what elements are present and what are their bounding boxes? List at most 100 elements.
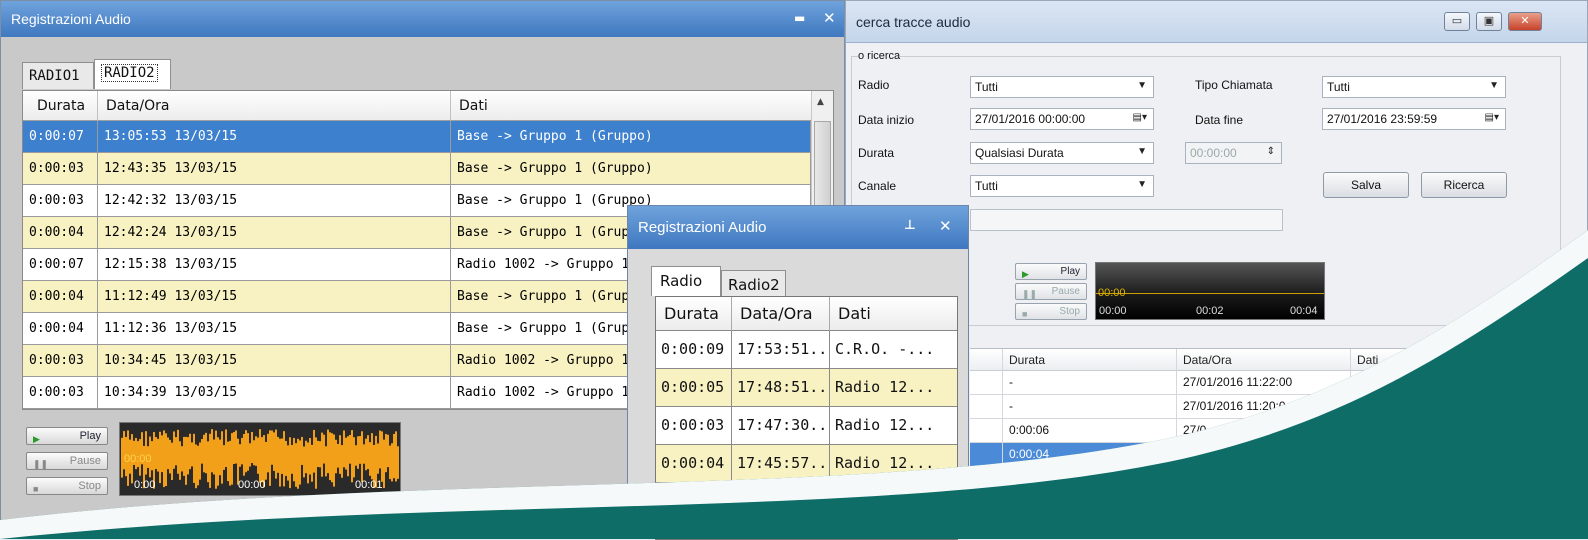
cell-dati: C.R.O. -...: [830, 483, 957, 520]
scroll-up-icon[interactable]: ▲: [817, 97, 824, 107]
col-dati[interactable]: Dati: [1351, 349, 1588, 371]
col-dati[interactable]: Dati: [830, 297, 957, 331]
wave-tick: 00:00: [1099, 305, 1127, 317]
cell-dataora: 17:34:01...: [732, 483, 830, 520]
play-label: Play: [1060, 266, 1080, 277]
data-fine-picker[interactable]: 27/01/2016 23:59:59 ▤▾: [1322, 108, 1506, 130]
pause-icon: ❚❚: [33, 459, 49, 469]
salva-button[interactable]: Salva: [1323, 172, 1409, 198]
calendar-icon: ▤▾: [1484, 112, 1499, 123]
table-row[interactable]: 0:00:03 12:43:35 13/03/15 Base -> Gruppo 1…: [23, 153, 811, 185]
cell-durata: 0:00:04: [23, 313, 98, 344]
cell-dati: C.R.O. -...: [830, 331, 957, 368]
tipo-chiamata-label: Tipo Chiamata: [1195, 78, 1273, 92]
table-row[interactable]: 0:00:03 17:47:30... Radio 12...: [656, 407, 957, 445]
table-row[interactable]: 0:00:04 17:45:57... Radio 12...: [656, 445, 957, 483]
tab-radio2-label: RADIO2: [101, 64, 158, 82]
tipo-chiamata-combo[interactable]: Tutti ▼: [1322, 76, 1506, 98]
col-durata[interactable]: Durata: [1003, 349, 1177, 371]
stop-button-3: ■ Stop: [1015, 303, 1087, 320]
wave-current-time: 00:00: [1098, 287, 1126, 299]
radio-combo[interactable]: Tutti ▼: [970, 76, 1154, 98]
minimize-icon[interactable]: ▭: [1444, 12, 1470, 31]
cell-durata: 0:00:07: [23, 249, 98, 280]
tab-radio2[interactable]: RADIO2: [94, 59, 171, 89]
pin-icon[interactable]: ⊥: [904, 218, 916, 233]
pause-label: Pause: [1051, 286, 1080, 297]
cell-durata: 0:00:09: [656, 331, 732, 368]
col-dataora[interactable]: Data/Ora: [1177, 349, 1351, 371]
col-durata[interactable]: Durata: [23, 91, 98, 121]
cell-durata[interactable]: -: [1003, 395, 1177, 419]
cell-dati: Radio 12...: [830, 369, 957, 406]
ricerca-title: cerca tracce audio: [856, 14, 971, 30]
cell-dataora[interactable]: 27/0: [1177, 419, 1351, 443]
cell-durata: 0:00:03: [23, 377, 98, 408]
pause-button-3: ❚❚ Pause: [1015, 283, 1087, 300]
radio-combo-value: Tutti: [975, 80, 998, 94]
chevron-down-icon: ▼: [1137, 146, 1147, 157]
stop-label: Stop: [1059, 306, 1080, 317]
maximize-icon[interactable]: ▣: [1476, 12, 1502, 31]
cell-durata: 0:00:04: [23, 217, 98, 248]
data-inizio-label: Data inizio: [858, 113, 915, 127]
waveform-display-3[interactable]: 00:00 00:00 00:02 00:04: [1095, 262, 1325, 320]
results-grid: Durata Data/Ora Dati - 27/01/2016 11:22:…: [970, 348, 1588, 478]
col-dati[interactable]: Dati: [451, 91, 813, 121]
maximize-icon[interactable]: ▬: [794, 11, 805, 25]
data-inizio-picker[interactable]: 27/01/2016 00:00:00 ▤▾: [970, 108, 1154, 130]
cell-dati: Base -> Gruppo 1 (Gruppo): [451, 153, 811, 184]
cell-dataora: 13:05:53 13/03/15: [98, 121, 451, 152]
col-dataora[interactable]: Data/Ora: [98, 91, 451, 121]
durata-spinner: 00:00:00 ⇕: [1185, 142, 1282, 164]
table-row[interactable]: 0:00:07 13:05:53 13/03/15 Base -> Gruppo 1…: [23, 121, 811, 153]
durata-label: Durata: [858, 146, 895, 160]
cell-dati: [830, 521, 957, 539]
cell-durata: 0:00:03: [23, 185, 98, 216]
wave-tick: 0:00: [134, 479, 156, 491]
cell-durata: 0:00:06: [656, 483, 732, 520]
col-dataora[interactable]: Data/Ora: [732, 297, 830, 331]
cell-dataora[interactable]: 27/01/2016 11:20:0: [1177, 395, 1351, 419]
registrazioni-titlebar-2: Registrazioni Audio ⊥ ✕: [628, 206, 968, 249]
table-row[interactable]: 0:00:09 17:53:51... C.R.O. -...: [656, 331, 957, 369]
play-icon: ▶: [33, 434, 40, 444]
canale-combo[interactable]: Tutti ▼: [970, 175, 1154, 197]
close-icon[interactable]: ✕: [1508, 12, 1542, 31]
close-icon[interactable]: ✕: [939, 217, 952, 235]
cell-durata[interactable]: 0:00:04: [1003, 443, 1177, 467]
play-button-3[interactable]: ▶ Play: [1015, 263, 1087, 280]
cell-durata[interactable]: 0:00:06: [1003, 419, 1177, 443]
tab-radio[interactable]: Radio: [651, 266, 721, 296]
cell-dati: Radio 12...: [830, 445, 957, 482]
table-row[interactable]: 0:00:05 17:48:51... Radio 12...: [656, 369, 957, 407]
close-icon[interactable]: ✕: [823, 9, 836, 27]
cell-dataora[interactable]: 27/01/2016 11:22:00: [1177, 371, 1351, 395]
table-row[interactable]: 0:00:16 16:4: [656, 521, 957, 539]
tab-radio2[interactable]: Radio2: [721, 270, 786, 297]
play-button[interactable]: ▶ Play: [26, 427, 108, 445]
cell-dataora: 17:45:57...: [732, 445, 830, 482]
calendar-icon: ▤▾: [1132, 112, 1147, 123]
chevron-down-icon: ▼: [1137, 80, 1147, 91]
table-row[interactable]: 0:00:06 17:34:01... C.R.O. -...: [656, 483, 957, 521]
tab-radio-label: Radio: [660, 272, 703, 290]
group-label: o ricerca: [858, 50, 901, 62]
cell-dati: Base -> Gruppo 1 (Gruppo): [451, 121, 811, 152]
row-header-cell: [970, 371, 1003, 395]
cell-dataora: 12:43:35 13/03/15: [98, 153, 451, 184]
stop-icon: ■: [33, 484, 39, 494]
chevron-down-icon: ▼: [1489, 80, 1499, 91]
tab-radio1[interactable]: RADIO1: [22, 62, 94, 89]
registrazioni-window-2: Registrazioni Audio ⊥ ✕ Radio Radio2 Dur…: [627, 205, 969, 540]
cell-dataora[interactable]: [1177, 443, 1351, 467]
pause-icon: ❚❚: [1022, 289, 1038, 299]
col-durata[interactable]: Durata: [656, 297, 732, 331]
stop-button: ■ Stop: [26, 477, 108, 495]
ricerca-button[interactable]: Ricerca: [1421, 172, 1507, 198]
cell-durata[interactable]: -: [1003, 371, 1177, 395]
waveform-display[interactable]: 00:00 0:00 00:00 00:01: [119, 422, 401, 496]
cell-durata: 0:00:03: [23, 345, 98, 376]
durata-combo[interactable]: Qualsiasi Durata ▼: [970, 142, 1154, 164]
tipo-combo-value: Tutti: [1327, 80, 1350, 94]
